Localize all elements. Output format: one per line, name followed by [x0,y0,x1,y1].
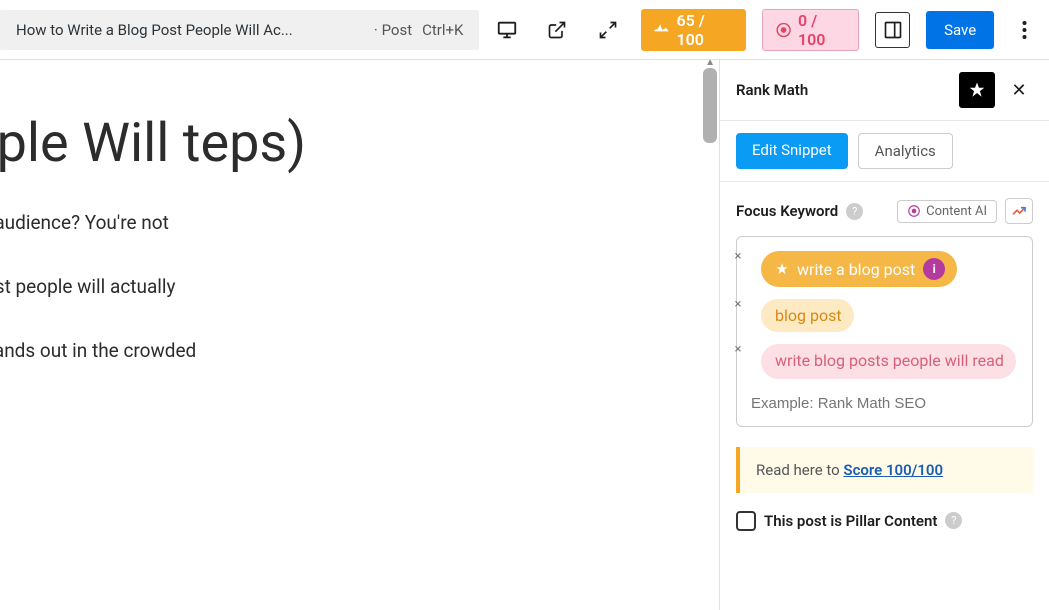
editor-canvas[interactable]: ▲ Post People Will teps) ate content tha… [0,60,719,610]
close-icon[interactable]: ✕ [1005,76,1033,104]
sidebar-title: Rank Math [736,81,949,99]
help-icon[interactable]: ? [945,512,962,529]
score-tip-link[interactable]: Score 100/100 [843,461,943,479]
keyword-text: blog post [775,306,842,325]
scroll-up-arrow-icon[interactable]: ▲ [705,60,715,68]
keyword-text: write blog posts people will read [775,351,1004,372]
pillar-content-row: This post is Pillar Content ? [736,511,1033,531]
scrollbar-thumb[interactable] [703,68,717,143]
document-title: How to Write a Blog Post People Will Ac.… [16,21,364,39]
trends-icon[interactable] [1005,198,1033,224]
focus-keyword-label: Focus Keyword [736,202,838,220]
rank-math-sidebar: Rank Math ✕ Edit Snippet Analytics Focus… [719,60,1049,610]
help-icon[interactable]: ? [846,203,863,220]
pillar-label: This post is Pillar Content [764,512,937,530]
ai-score-value: 0 / 100 [798,11,846,49]
tab-analytics[interactable]: Analytics [858,133,953,169]
focus-keyword-header: Focus Keyword ? Content AI [736,198,1033,224]
sidebar-tabs: Edit Snippet Analytics [720,121,1049,182]
post-paragraph[interactable]: aft an engaging blog post that stands ou… [0,336,719,366]
keyword-input[interactable] [747,387,1022,420]
post-paragraph[interactable]: discovered that writing a blog post peop… [0,272,719,302]
external-link-icon[interactable] [540,12,575,48]
shortcut-hint: Ctrl+K [422,21,463,39]
sidebar-toggle-icon[interactable] [875,12,910,48]
top-toolbar: How to Write a Blog Post People Will Ac.… [0,0,1049,60]
score-tip: Read here to Score 100/100 [736,447,1033,493]
post-paragraph[interactable]: ate content that'll captivate your audie… [0,208,719,238]
seo-score-badge[interactable]: 65 / 100 [641,9,745,51]
remove-keyword-icon[interactable]: × [731,297,745,311]
sidebar-header: Rank Math ✕ [720,60,1049,121]
toolbar-icon-group: 65 / 100 0 / 100 Save [489,9,1039,51]
star-icon[interactable] [959,72,995,108]
content-ai-label: Content AI [926,204,987,219]
keyword-text: write a blog post [797,260,915,279]
document-title-bar[interactable]: How to Write a Blog Post People Will Ac.… [0,10,479,50]
pillar-checkbox[interactable] [736,511,756,531]
star-icon [775,262,789,276]
keyword-pill[interactable]: blog post [761,299,854,332]
keyword-pill-primary[interactable]: write a blog post i [761,251,957,287]
more-options-icon[interactable] [1010,12,1039,48]
fullscreen-icon[interactable] [591,12,626,48]
ai-score-badge[interactable]: 0 / 100 [762,9,860,51]
document-type: · Post [374,21,412,39]
seo-score-value: 65 / 100 [676,11,733,49]
info-icon[interactable]: i [923,258,945,280]
save-button[interactable]: Save [926,11,994,49]
keyword-pill[interactable]: write blog posts people will read [761,344,1016,379]
sidebar-body: Focus Keyword ? Content AI × write a blo… [720,182,1049,547]
remove-keyword-icon[interactable]: × [731,249,745,263]
remove-keyword-icon[interactable]: × [731,342,745,356]
content-ai-button[interactable]: Content AI [897,200,997,223]
main-area: ▲ Post People Will teps) ate content tha… [0,60,1049,610]
post-heading[interactable]: Post People Will teps) [0,110,719,178]
desktop-preview-icon[interactable] [489,12,524,48]
keywords-container: × write a blog post i × blog post × [736,236,1033,427]
tab-edit-snippet[interactable]: Edit Snippet [736,133,848,169]
save-button-label: Save [944,21,976,39]
tip-text: Read here to [756,461,843,479]
